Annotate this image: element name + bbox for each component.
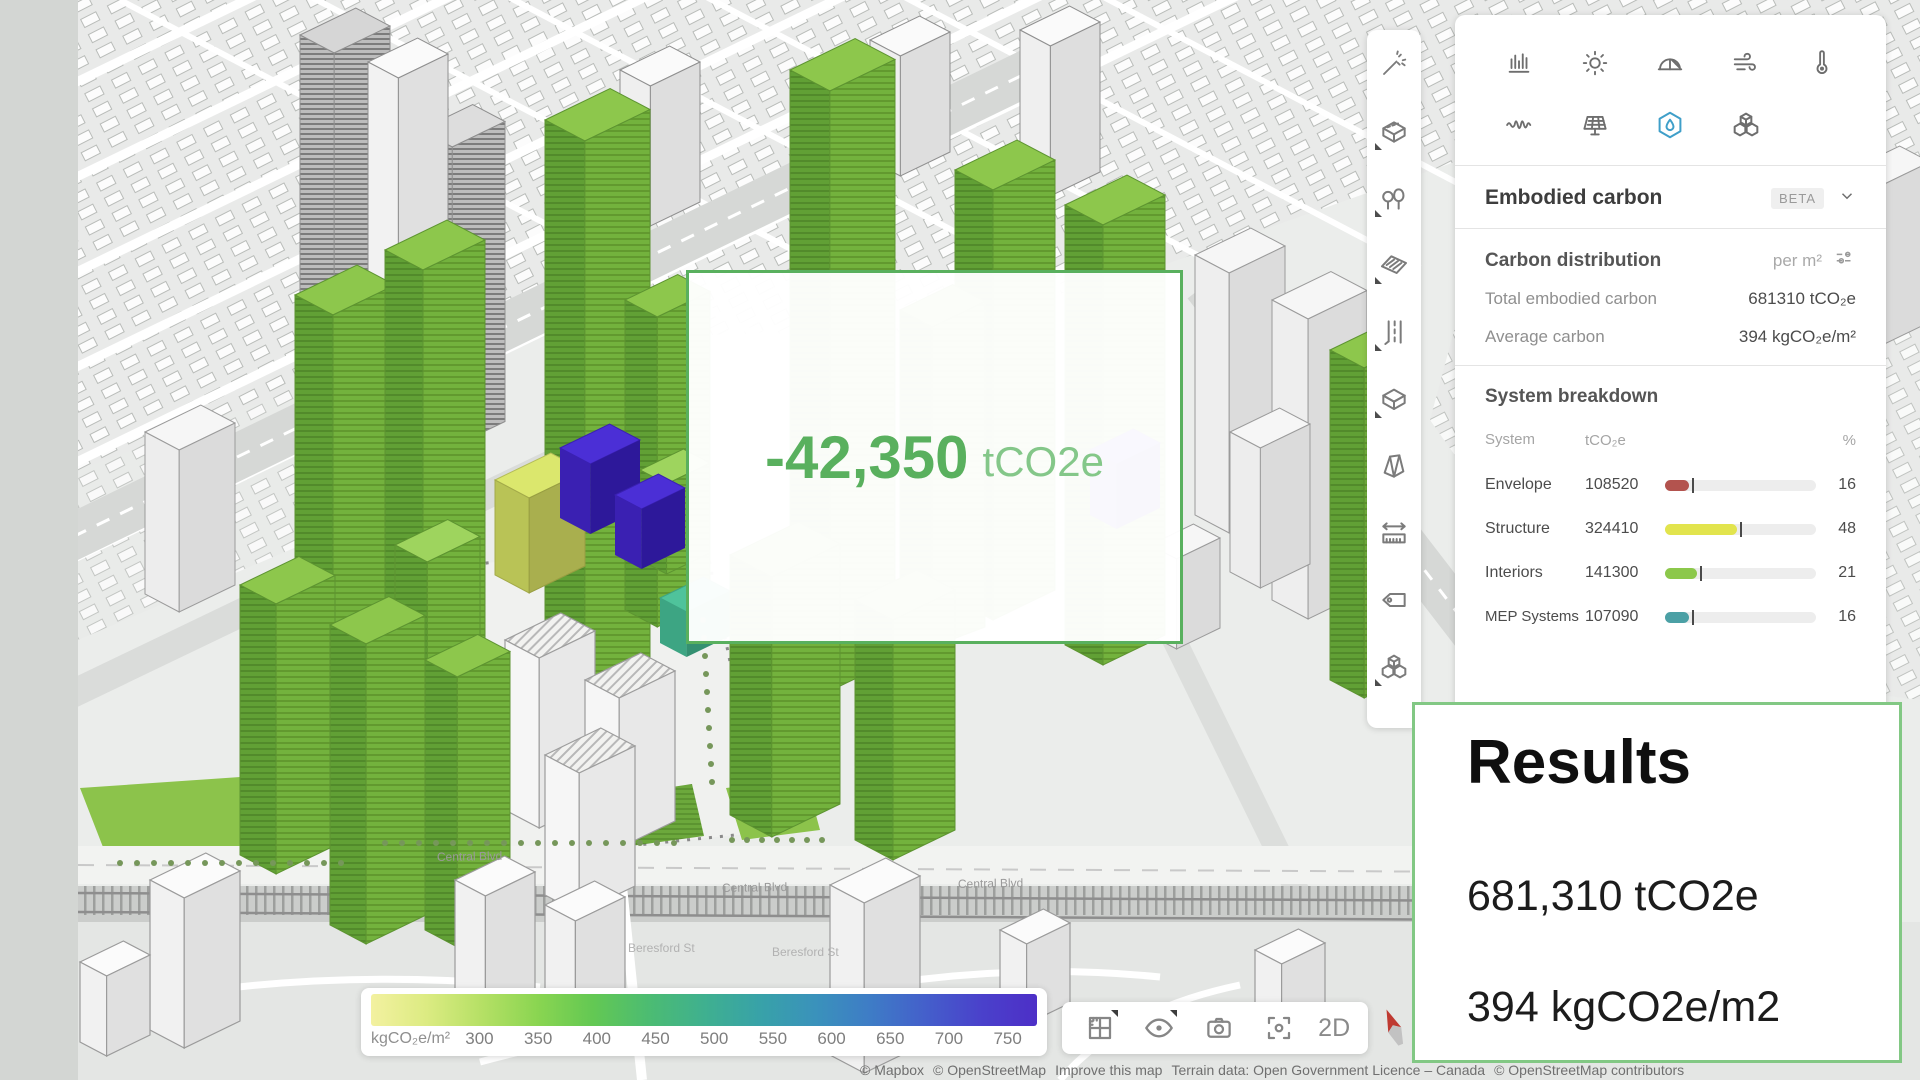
street-label: Beresford St — [772, 945, 839, 959]
row-value: 108520 — [1585, 476, 1665, 494]
col-percent: % — [1816, 432, 1856, 449]
vegetation-icon[interactable] — [1374, 178, 1414, 218]
average-carbon-label: Average carbon — [1485, 327, 1739, 347]
building-block-icon[interactable] — [1374, 111, 1414, 151]
draw-grid-icon[interactable] — [1080, 1008, 1120, 1048]
legend-tick: 300 — [450, 1029, 509, 1049]
surface-icon[interactable] — [1374, 245, 1414, 285]
results-title: Results — [1467, 727, 1899, 798]
statistics-icon[interactable] — [1481, 43, 1557, 83]
col-system: System — [1485, 432, 1585, 449]
row-percent: 48 — [1816, 520, 1856, 538]
legend-tick: 500 — [685, 1029, 744, 1049]
carbon-distribution-label: Carbon distribution — [1485, 250, 1773, 272]
legend-tick: 350 — [509, 1029, 568, 1049]
camera-icon[interactable] — [1199, 1008, 1239, 1048]
sun-icon[interactable] — [1557, 43, 1633, 83]
col-value: tCO₂e — [1585, 432, 1665, 449]
row-bar — [1665, 524, 1816, 535]
carbon-delta-overlay: -42,350 tCO2e — [686, 270, 1183, 644]
average-carbon-value: 394 kgCO₂e/m² — [1739, 327, 1856, 347]
row-label: Interiors — [1485, 564, 1585, 582]
toggle-2d-button[interactable]: 2D — [1318, 1014, 1350, 1043]
beta-badge: BETA — [1771, 188, 1824, 209]
row-percent: 16 — [1816, 476, 1856, 494]
map-controls-bar: 2D — [1062, 1002, 1368, 1054]
analysis-panel: Embodied carbon BETA Carbon distribution… — [1455, 15, 1886, 713]
legend-tick: 450 — [626, 1029, 685, 1049]
magic-wand-icon[interactable] — [1374, 44, 1414, 84]
results-average: 394 kgCO2e/m2 — [1467, 983, 1899, 1032]
panel-title: Embodied carbon — [1485, 186, 1771, 210]
wind-icon[interactable] — [1708, 43, 1784, 83]
measure-icon[interactable] — [1374, 513, 1414, 553]
carbon-delta-unit: tCO2e — [983, 428, 1104, 486]
legend-tick: 400 — [567, 1029, 626, 1049]
breakdown-row-envelope[interactable]: Envelope 108520 16 — [1485, 463, 1856, 507]
row-value: 324410 — [1585, 520, 1665, 538]
street-label: Central Blvd — [437, 849, 503, 864]
street-label: Central Blvd — [958, 876, 1024, 891]
results-callout: Results 681,310 tCO2e 394 kgCO2e/m2 — [1412, 702, 1902, 1063]
volume-box-icon[interactable] — [1374, 379, 1414, 419]
legend-tick: 700 — [920, 1029, 979, 1049]
legend-tick: 650 — [861, 1029, 920, 1049]
legend-unit: kgCO₂e/m² — [371, 1030, 450, 1048]
osm-link[interactable]: © OpenStreetMap — [933, 1062, 1046, 1078]
row-percent: 16 — [1816, 608, 1856, 626]
recenter-focus-icon[interactable] — [1259, 1008, 1299, 1048]
terrain-licence-text: Terrain data: Open Government Licence – … — [1171, 1062, 1485, 1078]
group-cubes-icon[interactable] — [1374, 647, 1414, 687]
per-m2-unit: per m² — [1773, 251, 1822, 271]
legend-tick: 550 — [744, 1029, 803, 1049]
visibility-eye-icon[interactable] — [1139, 1008, 1179, 1048]
row-bar — [1665, 568, 1816, 579]
viewport-gutter — [0, 0, 78, 1080]
street-label: Central Blvd — [722, 880, 788, 895]
total-carbon-label: Total embodied carbon — [1485, 289, 1748, 309]
row-label: Envelope — [1485, 476, 1585, 494]
breakdown-row-mep-systems[interactable]: MEP Systems 107090 16 — [1485, 595, 1856, 639]
row-label: MEP Systems — [1485, 609, 1585, 626]
freeform-volume-icon[interactable] — [1374, 446, 1414, 486]
legend-gradient-bar — [371, 994, 1037, 1026]
legend-tick: 750 — [978, 1029, 1037, 1049]
map-attribution: © Mapbox © OpenStreetMap Improve this ma… — [860, 1060, 1684, 1080]
sun-hours-dome-icon[interactable] — [1633, 43, 1709, 83]
row-label: Structure — [1485, 520, 1585, 538]
system-breakdown-title: System breakdown — [1485, 366, 1856, 432]
chevron-down-icon[interactable] — [1838, 187, 1856, 210]
breakdown-header-row: System tCO₂e % — [1485, 432, 1856, 463]
thermometer-icon[interactable] — [1784, 43, 1860, 83]
row-value: 107090 — [1585, 608, 1665, 626]
application-window: Central Blvd Central Blvd Central Blvd B… — [0, 0, 1920, 1080]
results-total: 681,310 tCO2e — [1467, 872, 1899, 921]
label-tag-icon[interactable] — [1374, 580, 1414, 620]
row-bar — [1665, 480, 1816, 491]
noise-wave-icon[interactable] — [1481, 105, 1557, 145]
legend-tick: 600 — [802, 1029, 861, 1049]
analysis-tools-grid — [1455, 15, 1886, 165]
total-carbon-value: 681310 tCO₂e — [1748, 289, 1856, 309]
embodied-carbon-hexagon-drop-icon[interactable] — [1633, 105, 1709, 145]
carbon-legend: kgCO₂e/m² 300 350 400 450 500 550 600 65… — [361, 988, 1047, 1056]
drawing-toolbar — [1367, 30, 1421, 728]
osm-contributors-link[interactable]: © OpenStreetMap contributors — [1494, 1062, 1684, 1078]
compass-north-needle[interactable] — [1376, 1002, 1412, 1054]
improve-map-link[interactable]: Improve this map — [1055, 1062, 1162, 1078]
solar-panel-icon[interactable] — [1557, 105, 1633, 145]
breakdown-row-interiors[interactable]: Interiors 141300 21 — [1485, 551, 1856, 595]
row-value: 141300 — [1585, 564, 1665, 582]
street-label: Beresford St — [628, 941, 695, 955]
carbon-delta-value: -42,350 — [765, 423, 969, 492]
materials-cubes-icon[interactable] — [1708, 105, 1784, 145]
distribution-settings-icon[interactable] — [1834, 247, 1856, 274]
row-bar — [1665, 612, 1816, 623]
row-percent: 21 — [1816, 564, 1856, 582]
mapbox-link[interactable]: © Mapbox — [860, 1062, 924, 1078]
breakdown-row-structure[interactable]: Structure 324410 48 — [1485, 507, 1856, 551]
road-icon[interactable] — [1374, 312, 1414, 352]
